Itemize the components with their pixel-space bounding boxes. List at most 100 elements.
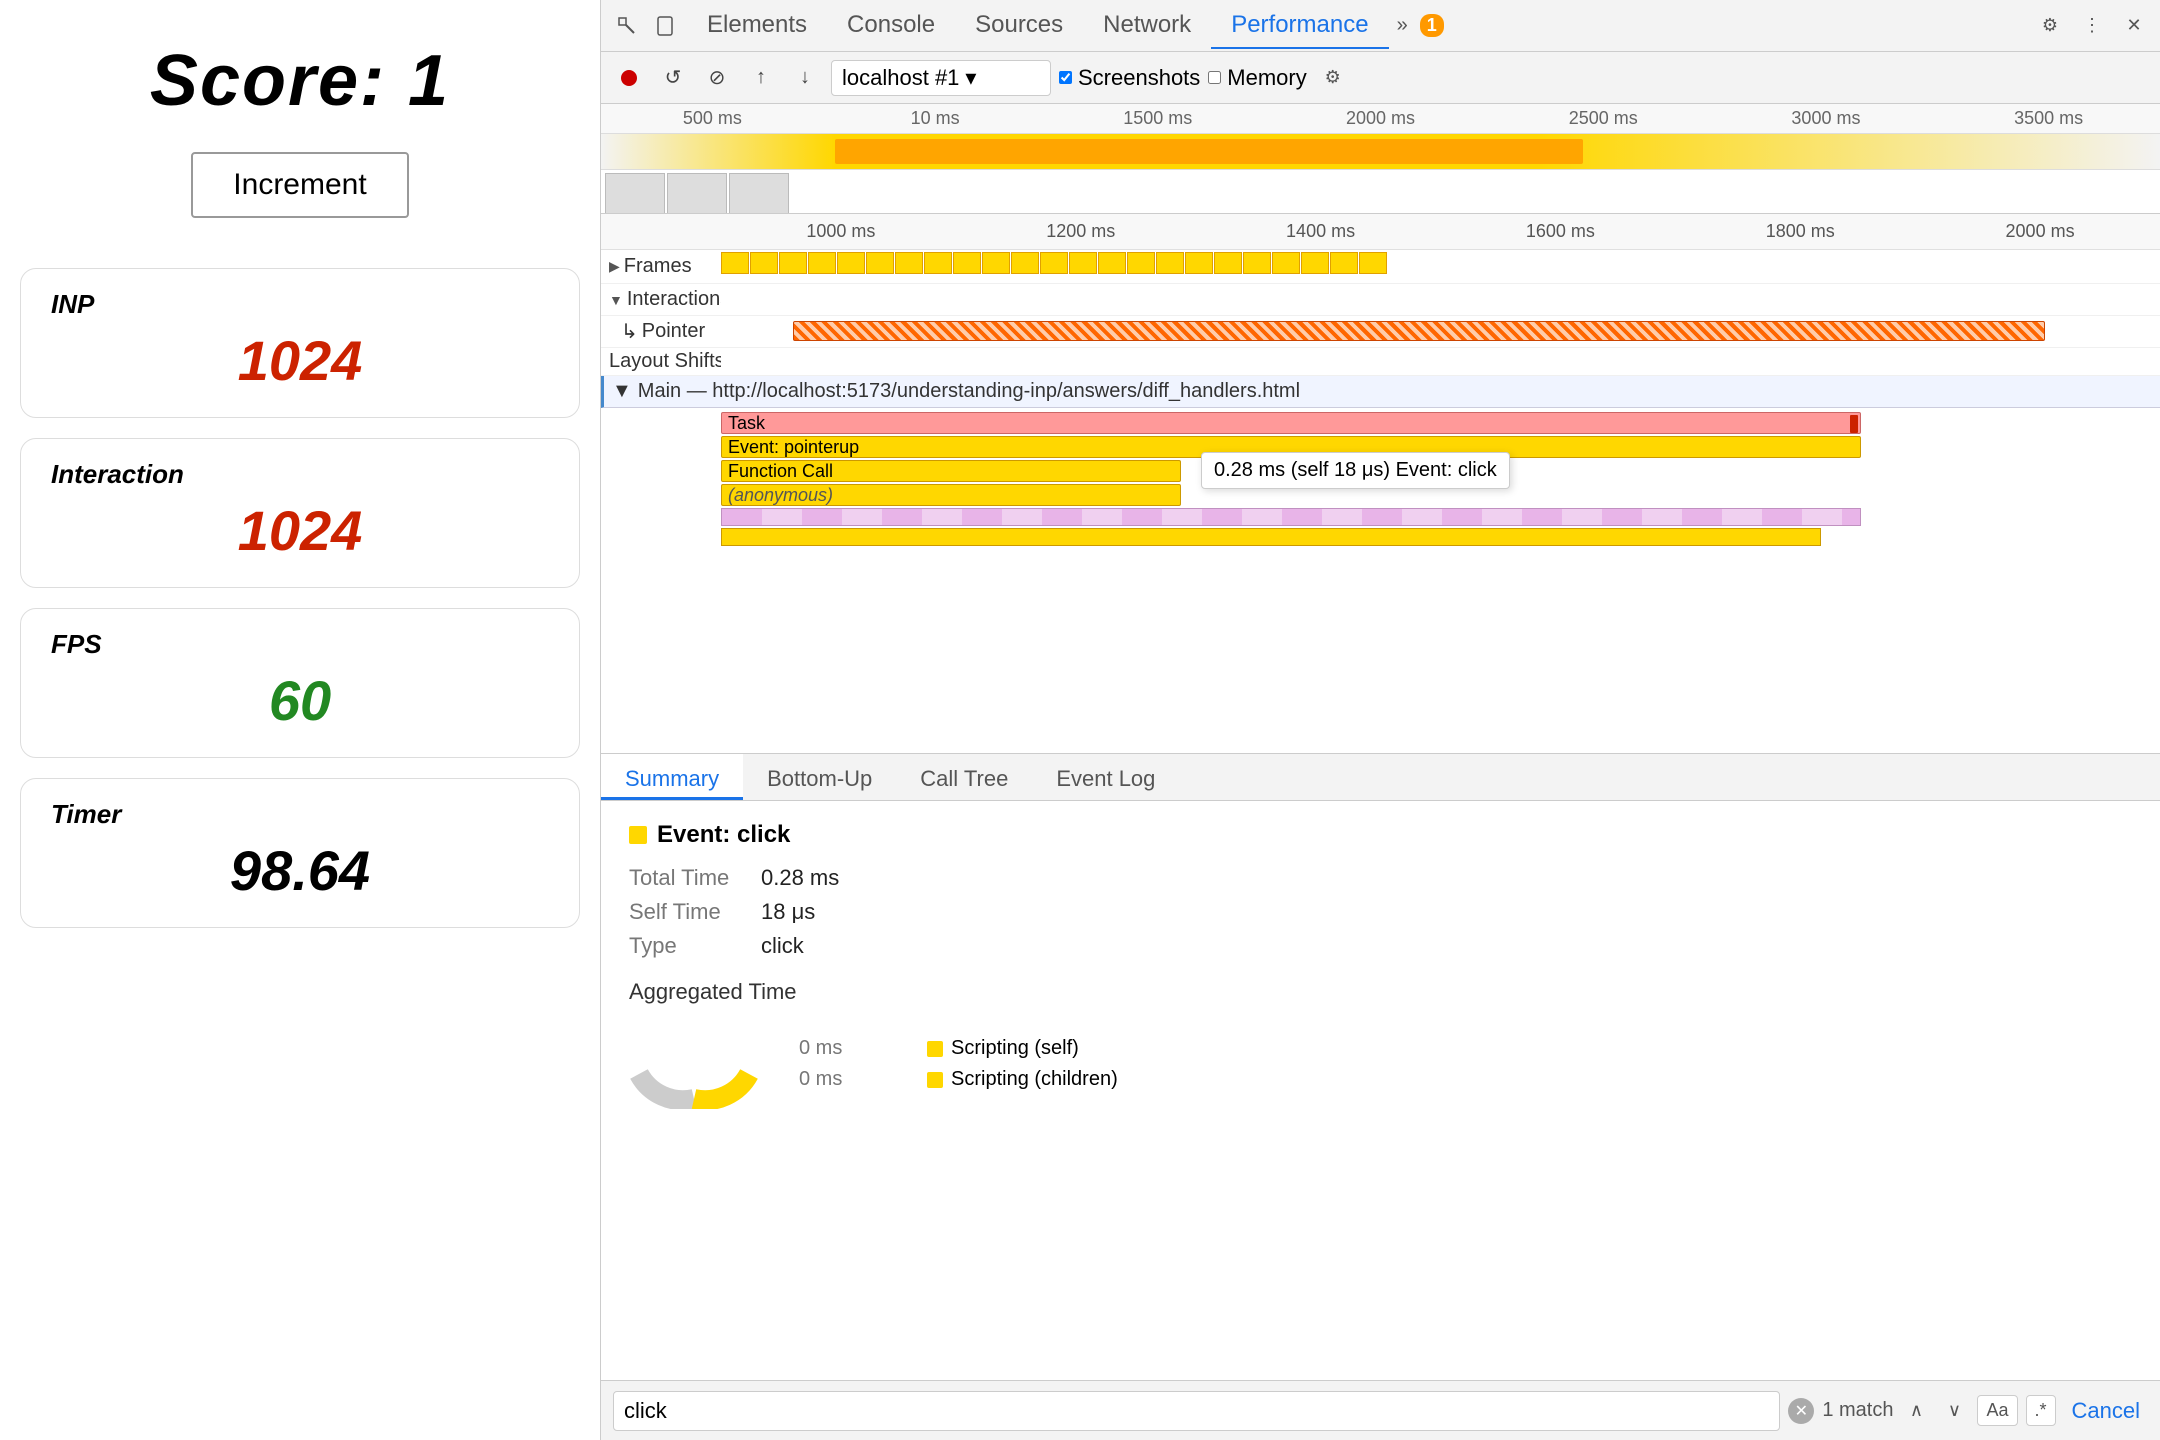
interactions-label-text: Interactions <box>627 288 721 311</box>
legend-desc-0: Scripting (self) <box>951 1037 1079 1060</box>
screenshot-thumb <box>605 173 665 215</box>
search-clear-button[interactable]: ✕ <box>1788 1398 1814 1424</box>
ruler-tick-6: 3500 ms <box>1937 108 2160 129</box>
devtools-tab-bar: Elements Console Sources Network Perform… <box>687 3 1444 49</box>
inp-value: 1024 <box>51 328 549 393</box>
pointer-arrow-icon: ↳ <box>621 319 638 344</box>
task-bar-task[interactable]: Task <box>721 412 1861 434</box>
fps-label: FPS <box>51 629 549 660</box>
frame-block <box>982 252 1010 274</box>
devtools-toolbar: Elements Console Sources Network Perform… <box>601 0 2160 52</box>
tooltip-event: Event: click <box>1396 459 1497 481</box>
cpu-yellow-block <box>835 139 1583 164</box>
frames-label: ▶ Frames <box>601 251 721 282</box>
search-prev-button[interactable]: ∧ <box>1901 1396 1931 1426</box>
total-time-key: Total Time <box>629 865 749 891</box>
tab-call-tree[interactable]: Call Tree <box>896 754 1032 800</box>
timeline-main[interactable]: 1000 ms 1200 ms 1400 ms 1600 ms 1800 ms … <box>601 214 2160 753</box>
frames-label-text: Frames <box>624 255 692 278</box>
record-button[interactable] <box>611 60 647 96</box>
memory-checkbox[interactable] <box>1208 71 1221 84</box>
url-dropdown-icon: ▾ <box>965 65 976 91</box>
type-key: Type <box>629 933 749 959</box>
task-bar-pointerup-label: Event: pointerup <box>728 437 859 458</box>
upload-button[interactable]: ↑ <box>743 60 779 96</box>
frames-row: ▶ Frames <box>601 250 2160 284</box>
search-input[interactable] <box>613 1391 1780 1431</box>
ruler-tick-4: 2500 ms <box>1492 108 1715 129</box>
legend-dot-1 <box>927 1072 943 1088</box>
screenshot-thumb <box>667 173 727 215</box>
frame-block <box>953 252 981 274</box>
summary-panel: Event: click Total Time 0.28 ms Self Tim… <box>601 801 2160 1380</box>
task-red-marker <box>1850 415 1858 433</box>
search-cancel-button[interactable]: Cancel <box>2064 1394 2148 1428</box>
frames-expand-icon[interactable]: ▶ <box>609 258 620 275</box>
search-next-button[interactable]: ∨ <box>1939 1396 1969 1426</box>
screenshots-checkbox[interactable] <box>1059 71 1072 84</box>
tab-summary[interactable]: Summary <box>601 754 743 800</box>
tab-sources[interactable]: Sources <box>955 3 1083 49</box>
device-icon[interactable] <box>647 8 683 44</box>
layout-shifts-label-text: Layout Shifts <box>609 350 721 373</box>
screenshots-option: Screenshots <box>1059 65 1200 91</box>
donut-chart <box>629 1019 759 1109</box>
timeline-overview[interactable]: 500 ms 10 ms 1500 ms 2000 ms 2500 ms 300… <box>601 104 2160 214</box>
clear-button[interactable]: ⊘ <box>699 60 735 96</box>
main-thread-expand-icon[interactable]: ▼ <box>612 380 632 403</box>
ruler-tick-3: 2000 ms <box>1269 108 1492 129</box>
frame-block <box>808 252 836 274</box>
ruler-tick-1: 10 ms <box>824 108 1047 129</box>
memory-option: Memory <box>1208 65 1306 91</box>
tab-event-log[interactable]: Event Log <box>1032 754 1179 800</box>
event-color-dot <box>629 826 647 844</box>
screenshot-thumb <box>729 173 789 215</box>
type-row: Type click <box>629 933 2132 959</box>
frame-block <box>837 252 865 274</box>
task-bar-function-label: Function Call <box>728 461 833 482</box>
tooltip-text: 0.28 ms (self 18 μs) <box>1214 459 1390 481</box>
perf-settings-icon[interactable]: ⚙ <box>1315 60 1351 96</box>
memory-label: Memory <box>1227 65 1306 91</box>
main-thread-header: ▼ Main — http://localhost:5173/understan… <box>601 376 2160 408</box>
download-button[interactable]: ↓ <box>787 60 823 96</box>
detail-tick-4: 1800 ms <box>1680 221 1920 242</box>
aggregated-title: Aggregated Time <box>629 979 2132 1005</box>
frame-block <box>721 252 749 274</box>
inspect-icon[interactable] <box>609 8 645 44</box>
regex-button[interactable]: .* <box>2026 1395 2056 1426</box>
increment-button[interactable]: Increment <box>191 152 408 218</box>
reload-button[interactable]: ↺ <box>655 60 691 96</box>
frames-content <box>721 250 2160 283</box>
frame-block <box>1098 252 1126 274</box>
yellow-wide-bar <box>721 528 1821 546</box>
task-bar-task-label: Task <box>728 413 765 434</box>
close-icon[interactable]: ✕ <box>2116 8 2152 44</box>
more-options-icon[interactable]: ⋮ <box>2074 8 2110 44</box>
frame-block <box>1301 252 1329 274</box>
task-bar-anonymous[interactable]: (anonymous) <box>721 484 1181 506</box>
tab-network[interactable]: Network <box>1083 3 1211 49</box>
interactions-label: ▼ Interactions <box>601 284 721 315</box>
interactions-expand-icon[interactable]: ▼ <box>609 292 623 308</box>
url-selector[interactable]: localhost #1 ▾ <box>831 60 1051 96</box>
timer-card: Timer 98.64 <box>20 778 580 928</box>
tab-more[interactable]: » <box>1389 6 1416 45</box>
case-sensitive-button[interactable]: Aa <box>1977 1395 2017 1426</box>
frame-block <box>1272 252 1300 274</box>
interaction-card: Interaction 1024 <box>20 438 580 588</box>
task-bar-anonymous-label: (anonymous) <box>728 485 833 506</box>
layout-shifts-row: Layout Shifts <box>601 348 2160 376</box>
settings-icon[interactable]: ⚙ <box>2032 8 2068 44</box>
interactions-row: ▼ Interactions <box>601 284 2160 316</box>
tab-console[interactable]: Console <box>827 3 955 49</box>
score-display: Score: 1 <box>150 40 450 122</box>
tab-performance[interactable]: Performance <box>1211 3 1388 49</box>
tab-elements[interactable]: Elements <box>687 3 827 49</box>
perf-controls: ↺ ⊘ ↑ ↓ localhost #1 ▾ Screenshots Memor… <box>601 52 2160 104</box>
match-count: 1 match <box>1822 1399 1893 1422</box>
frame-block <box>1330 252 1358 274</box>
task-bar-function[interactable]: Function Call <box>721 460 1181 482</box>
tab-bottom-up[interactable]: Bottom-Up <box>743 754 896 800</box>
detail-tick-5: 2000 ms <box>1920 221 2160 242</box>
